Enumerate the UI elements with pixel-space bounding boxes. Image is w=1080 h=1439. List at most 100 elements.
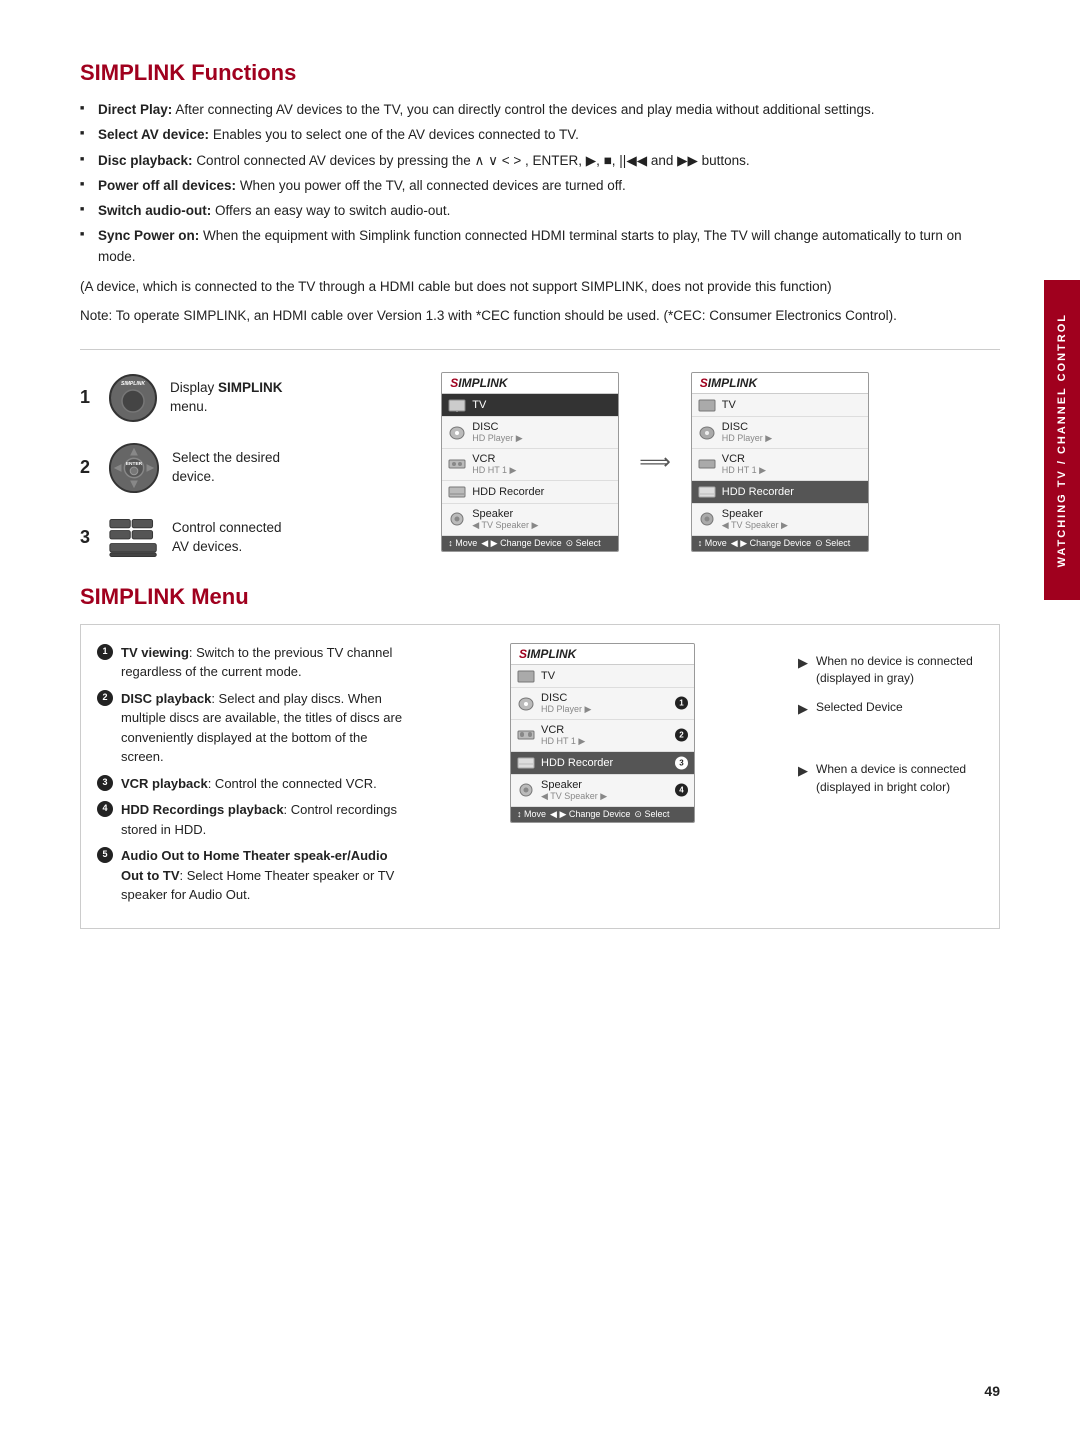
bullet-disc-playback: Disc playback: Control connected AV devi…	[80, 151, 1000, 171]
menu-item-speaker-left: Speaker ◀ TV Speaker ▶	[442, 504, 618, 536]
menu-speaker-sub-menu: ◀ TV Speaker ▶	[541, 791, 607, 802]
disc-icon-menu	[517, 696, 535, 710]
step-2-row: 2 ENTER Sele	[80, 442, 300, 494]
simplink-box-left: SIMPLINK TV ●● DISC HD Player ▶	[441, 372, 619, 552]
menu-speaker-label-right: Speaker	[722, 508, 763, 520]
simplink-header-left: SIMPLINK	[442, 373, 618, 394]
vcr-icon-menu	[517, 728, 535, 742]
simplink-logo-right: SIMPLINK	[700, 376, 757, 390]
menu-left: 1 TV viewing: Switch to the previous TV …	[97, 643, 407, 912]
simplink-logo-menu: SIMPLINK	[519, 647, 576, 661]
step-1-row: 1 SIMPLINK Display SIMPLINK menu.	[80, 372, 300, 424]
simplink-logo-left: SIMPLINK	[450, 376, 507, 390]
menu-item-4: 4 HDD Recordings playback: Control recor…	[97, 800, 407, 839]
bullet-select-av-bold: Select AV device:	[98, 127, 209, 142]
simplink-footer-right: ↕ Move ◀ ▶ Change Device ⊙ Select	[692, 536, 868, 551]
playback-buttons-icon	[108, 516, 160, 560]
menu-center: SIMPLINK TV DISC HD Player ▶	[427, 643, 778, 912]
menu-numbered-list: 1 TV viewing: Switch to the previous TV …	[97, 643, 407, 905]
bullet-switch-audio-bold: Switch audio-out:	[98, 203, 211, 218]
page-container: WATCHING TV / CHANNEL CONTROL SIMPLINK F…	[0, 0, 1080, 1439]
menu-hdd-label-left: HDD Recorder	[472, 486, 544, 498]
legend-arrow-1: ▶	[798, 654, 808, 673]
bullet-disc-bold: Disc playback:	[98, 153, 193, 168]
badge-3: 3	[675, 756, 688, 769]
legend-arrow-3: ▶	[798, 762, 808, 781]
menu-tv-label-left: TV	[472, 399, 486, 411]
side-tab: WATCHING TV / CHANNEL CONTROL	[1044, 280, 1080, 600]
menu-item-tv-left: TV	[442, 394, 618, 417]
speaker-icon-menu	[517, 783, 535, 797]
menu-speaker-label-left: Speaker	[472, 508, 513, 520]
simplink-box-right: SIMPLINK TV DISC HD Player ▶	[691, 372, 869, 552]
menu-hdd-label-right: HDD Recorder	[722, 486, 794, 498]
note2: Note: To operate SIMPLINK, an HDMI cable…	[80, 306, 1000, 327]
menu-item-disc-menu: DISC HD Player ▶ 1	[511, 688, 694, 720]
bullet-select-av: Select AV device: Enables you to select …	[80, 125, 1000, 145]
menu-tv-label-menu: TV	[541, 670, 555, 682]
steps-left: 1 SIMPLINK Display SIMPLINK menu. 2	[80, 372, 300, 564]
menu-item-hdd-right: HDD Recorder	[692, 481, 868, 504]
footer-text3-right: ⊙ Select	[815, 538, 850, 549]
bullet-select-av-text: Enables you to select one of the AV devi…	[213, 127, 579, 142]
menu-disc-sub-right: HD Player ▶	[722, 433, 772, 444]
menu-vcr-label-right: VCR	[722, 453, 745, 465]
legend-text-1: When no device is connected (displayed i…	[816, 653, 983, 688]
menu-item-4-text: HDD Recordings playback: Control recordi…	[121, 802, 397, 837]
menu-disc-label-right: DISC	[722, 421, 748, 433]
hdd-icon-left	[448, 485, 466, 499]
legend-2: ▶ Selected Device	[798, 699, 903, 719]
bullet-power-off: Power off all devices: When you power of…	[80, 176, 1000, 196]
bullet-power-off-bold: Power off all devices:	[98, 178, 236, 193]
vcr-icon-right	[698, 457, 716, 471]
steps-area: 1 SIMPLINK Display SIMPLINK menu. 2	[80, 372, 1000, 564]
num-badge-4: 4	[97, 801, 113, 817]
footer-text-right: ↕ Move	[698, 538, 727, 549]
bullet-power-off-text: When you power off the TV, all connected…	[240, 178, 626, 193]
divider1	[80, 349, 1000, 350]
menu-disc-label-left: DISC	[472, 421, 498, 433]
badge-4: 4	[675, 784, 688, 797]
menu-item-speaker-right: Speaker ◀ TV Speaker ▶	[692, 504, 868, 536]
badge-2: 2	[675, 729, 688, 742]
menu-vcr-label-left: VCR	[472, 453, 495, 465]
arrow-right: ⟹	[639, 449, 671, 475]
disc-icon-right	[698, 425, 716, 439]
tv-icon-menu	[517, 669, 535, 683]
step-3-number: 3	[80, 527, 96, 548]
bullet-sync-power-bold: Sync Power on:	[98, 228, 199, 243]
bullet-switch-audio: Switch audio-out: Offers an easy way to …	[80, 201, 1000, 221]
legend-1: ▶ When no device is connected (displayed…	[798, 653, 983, 688]
menu-disc-sub-left: HD Player ▶	[472, 433, 522, 444]
hdd-icon-right	[698, 485, 716, 499]
badge-1: 1	[675, 697, 688, 710]
menu-item-5: 5 Audio Out to Home Theater speak-er/Aud…	[97, 846, 407, 905]
num-badge-2: 2	[97, 690, 113, 706]
side-tab-label: WATCHING TV / CHANNEL CONTROL	[1056, 313, 1068, 567]
menu-item-hdd-menu: HDD Recorder 3	[511, 752, 694, 775]
menu-item-tv-menu: TV	[511, 665, 694, 688]
svg-text:ENTER: ENTER	[126, 461, 143, 467]
legend-text-3: When a device is connected (displayed in…	[816, 761, 983, 796]
menu-item-speaker-menu: Speaker ◀ TV Speaker ▶ 4	[511, 775, 694, 807]
menu-speaker-sub-left: ◀ TV Speaker ▶	[472, 520, 538, 531]
vcr-icon-left	[448, 457, 466, 471]
footer-text-left: ↕ Move	[448, 538, 477, 549]
simplink-menus: SIMPLINK TV ●● DISC HD Player ▶	[310, 372, 1000, 552]
menu-item-3: 3 VCR playback: Control the connected VC…	[97, 774, 407, 794]
step-1-text: Display SIMPLINK menu.	[170, 379, 300, 417]
simplink-box-menu: SIMPLINK TV DISC HD Player ▶	[510, 643, 695, 823]
step-3-row: 3 Control connected AV devices.	[80, 512, 300, 564]
menu-item-hdd-left: HDD Recorder	[442, 481, 618, 504]
bullet-sync-power: Sync Power on: When the equipment with S…	[80, 226, 1000, 267]
tv-icon-right	[698, 398, 716, 412]
section2-title: SIMPLINK Menu	[80, 584, 1000, 610]
svg-text:SIMPLINK: SIMPLINK	[121, 381, 145, 387]
step-3-text: Control connected AV devices.	[172, 519, 300, 557]
note1: (A device, which is connected to the TV …	[80, 277, 1000, 298]
simplink-button-icon: SIMPLINK	[108, 373, 158, 423]
speaker-icon-left	[448, 512, 466, 526]
bullet-direct-play-bold: Direct Play:	[98, 102, 172, 117]
menu-item-disc-right: DISC HD Player ▶	[692, 417, 868, 449]
section1-title: SIMPLINK Functions	[80, 60, 1000, 86]
